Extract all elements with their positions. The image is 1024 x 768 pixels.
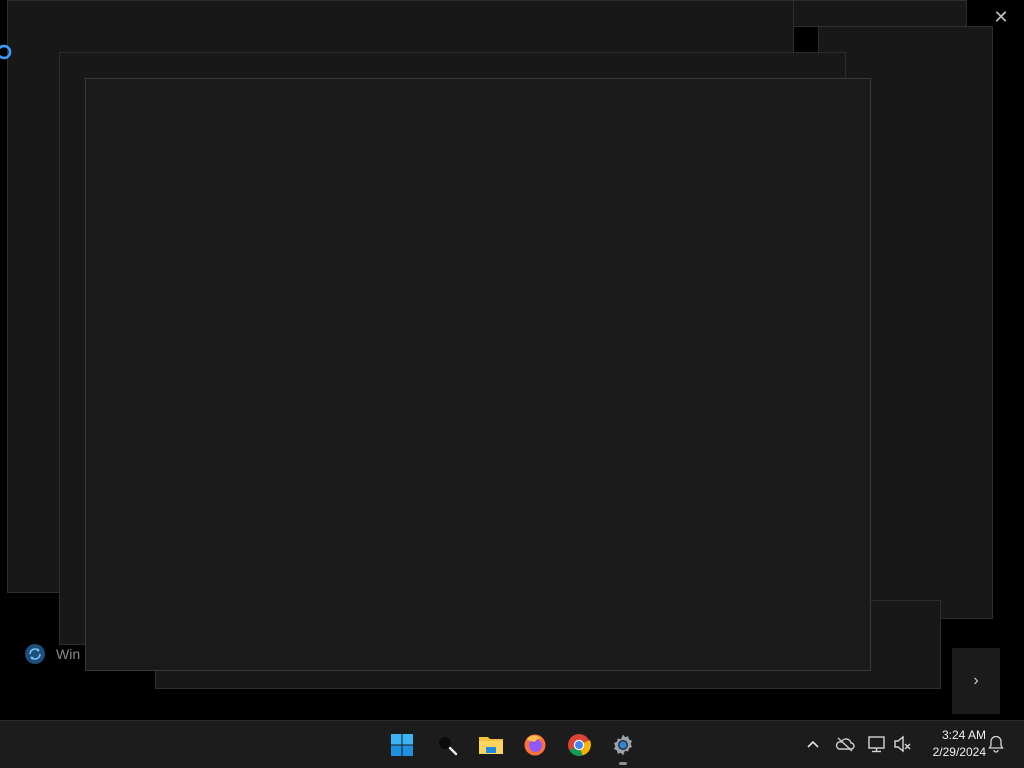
- firefox-icon: [524, 734, 546, 756]
- close-icon[interactable]: ✕: [990, 6, 1012, 28]
- folder-icon: [479, 737, 503, 754]
- search-icon: [438, 736, 458, 756]
- volume-tray-button[interactable]: [892, 733, 914, 755]
- clock[interactable]: 3:24 AM 2/29/2024: [920, 727, 986, 761]
- taskbar: 3:24 AM 2/29/2024: [0, 720, 1024, 768]
- file-explorer-button[interactable]: [475, 729, 507, 761]
- clock-date: 2/29/2024: [932, 745, 986, 759]
- windows-logo-icon: [391, 734, 413, 756]
- settings-button[interactable]: [607, 729, 639, 761]
- windows-update-icon: [25, 644, 45, 664]
- notifications-button[interactable]: [985, 733, 1007, 755]
- firefox-button[interactable]: [519, 729, 551, 761]
- next-button[interactable]: ›: [952, 648, 1000, 714]
- gear-icon: [614, 734, 632, 756]
- chrome-button[interactable]: [563, 729, 595, 761]
- notification-bell-icon: [988, 735, 1004, 753]
- network-icon: [868, 736, 885, 753]
- foreground-window[interactable]: [85, 78, 871, 671]
- onedrive-tray-button[interactable]: [834, 733, 856, 755]
- chevron-up-icon: [807, 740, 819, 748]
- search-button[interactable]: [431, 729, 463, 761]
- onedrive-offline-icon: [835, 737, 855, 752]
- network-tray-button[interactable]: [866, 733, 888, 755]
- chevron-right-icon: ›: [973, 672, 979, 689]
- clock-time: 3:24 AM: [941, 728, 986, 742]
- show-hidden-icons-button[interactable]: [802, 733, 824, 755]
- progress-ring-icon: [0, 44, 12, 60]
- volume-muted-icon: [894, 735, 911, 753]
- update-status-row: Win: [24, 643, 80, 665]
- start-button[interactable]: [386, 729, 418, 761]
- chrome-icon: [568, 734, 591, 756]
- update-status-text: Win: [56, 646, 81, 662]
- active-app-indicator: [619, 762, 627, 765]
